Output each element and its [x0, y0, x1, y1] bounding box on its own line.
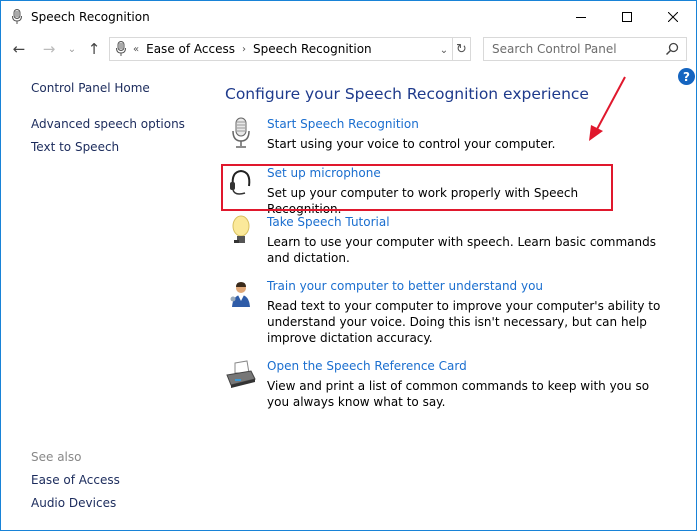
title-bar: Speech Recognition [1, 1, 696, 32]
window-title: Speech Recognition [31, 10, 150, 24]
speech-recognition-window: Speech Recognition ← → ⌄ ↑ « Ease of Acc… [0, 0, 697, 531]
user-headset-icon [230, 282, 250, 307]
train-computer-link[interactable]: Train your computer to better understand… [267, 279, 543, 293]
search-icon[interactable] [665, 42, 679, 56]
start-speech-recognition-link[interactable]: Start Speech Recognition [267, 117, 419, 131]
up-button[interactable]: ↑ [85, 40, 103, 58]
task-description: View and print a list of common commands… [267, 379, 650, 409]
highlight-box [221, 164, 613, 211]
close-button[interactable] [650, 1, 696, 32]
advanced-speech-options-link[interactable]: Advanced speech options [31, 117, 185, 131]
chevron-down-icon: ⌄ [439, 44, 449, 56]
address-dropdown-button[interactable]: ⌄ [436, 42, 452, 58]
audio-devices-link[interactable]: Audio Devices [31, 496, 116, 510]
see-also-label: See also [31, 450, 82, 464]
help-icon: ? [683, 69, 690, 84]
close-icon [668, 11, 678, 22]
refresh-button[interactable]: ↻ [452, 38, 470, 60]
annotation-arrow-icon [589, 76, 626, 141]
refresh-icon: ↻ [456, 41, 467, 57]
recent-locations-button[interactable]: ⌄ [65, 40, 79, 58]
microphone-app-icon [12, 9, 22, 24]
breadcrumb-speech-recognition[interactable]: Speech Recognition [253, 42, 372, 56]
maximize-button[interactable] [604, 1, 650, 32]
forward-arrow-icon: → [42, 40, 56, 58]
lightbulb-icon [232, 215, 250, 243]
control-panel-home-link[interactable]: Control Panel Home [31, 81, 150, 95]
breadcrumb-overflow-button[interactable]: « [133, 44, 139, 55]
take-speech-tutorial-link[interactable]: Take Speech Tutorial [267, 215, 390, 229]
help-button[interactable]: ? [678, 68, 695, 85]
breadcrumb: « Ease of Access › Speech Recognition [133, 42, 372, 56]
microphone-icon [232, 117, 250, 148]
search-box[interactable] [483, 37, 687, 61]
navigation-bar: ← → ⌄ ↑ « Ease of Access › Speech Recogn… [1, 32, 696, 66]
ease-of-access-link[interactable]: Ease of Access [31, 473, 120, 487]
address-bar[interactable]: « Ease of Access › Speech Recognition ⌄ … [109, 37, 471, 61]
minimize-icon [576, 16, 586, 18]
task-description: Learn to use your computer with speech. … [267, 235, 656, 265]
forward-button[interactable]: → [39, 40, 59, 58]
page-title: Configure your Speech Recognition experi… [225, 85, 589, 103]
printer-icon [226, 360, 256, 388]
breadcrumb-separator-icon[interactable]: › [242, 44, 246, 55]
microphone-location-icon [116, 41, 126, 56]
maximize-icon [622, 11, 632, 22]
chevron-down-icon: ⌄ [67, 43, 77, 55]
back-arrow-icon: ← [12, 40, 26, 58]
breadcrumb-ease-of-access[interactable]: Ease of Access [146, 42, 235, 56]
search-input[interactable] [484, 38, 664, 60]
text-to-speech-link[interactable]: Text to Speech [31, 140, 119, 154]
back-button[interactable]: ← [9, 40, 29, 58]
task-description: Read text to your computer to improve yo… [267, 299, 661, 345]
minimize-button[interactable] [558, 1, 604, 32]
open-speech-reference-card-link[interactable]: Open the Speech Reference Card [267, 359, 467, 373]
up-arrow-icon: ↑ [87, 40, 101, 58]
